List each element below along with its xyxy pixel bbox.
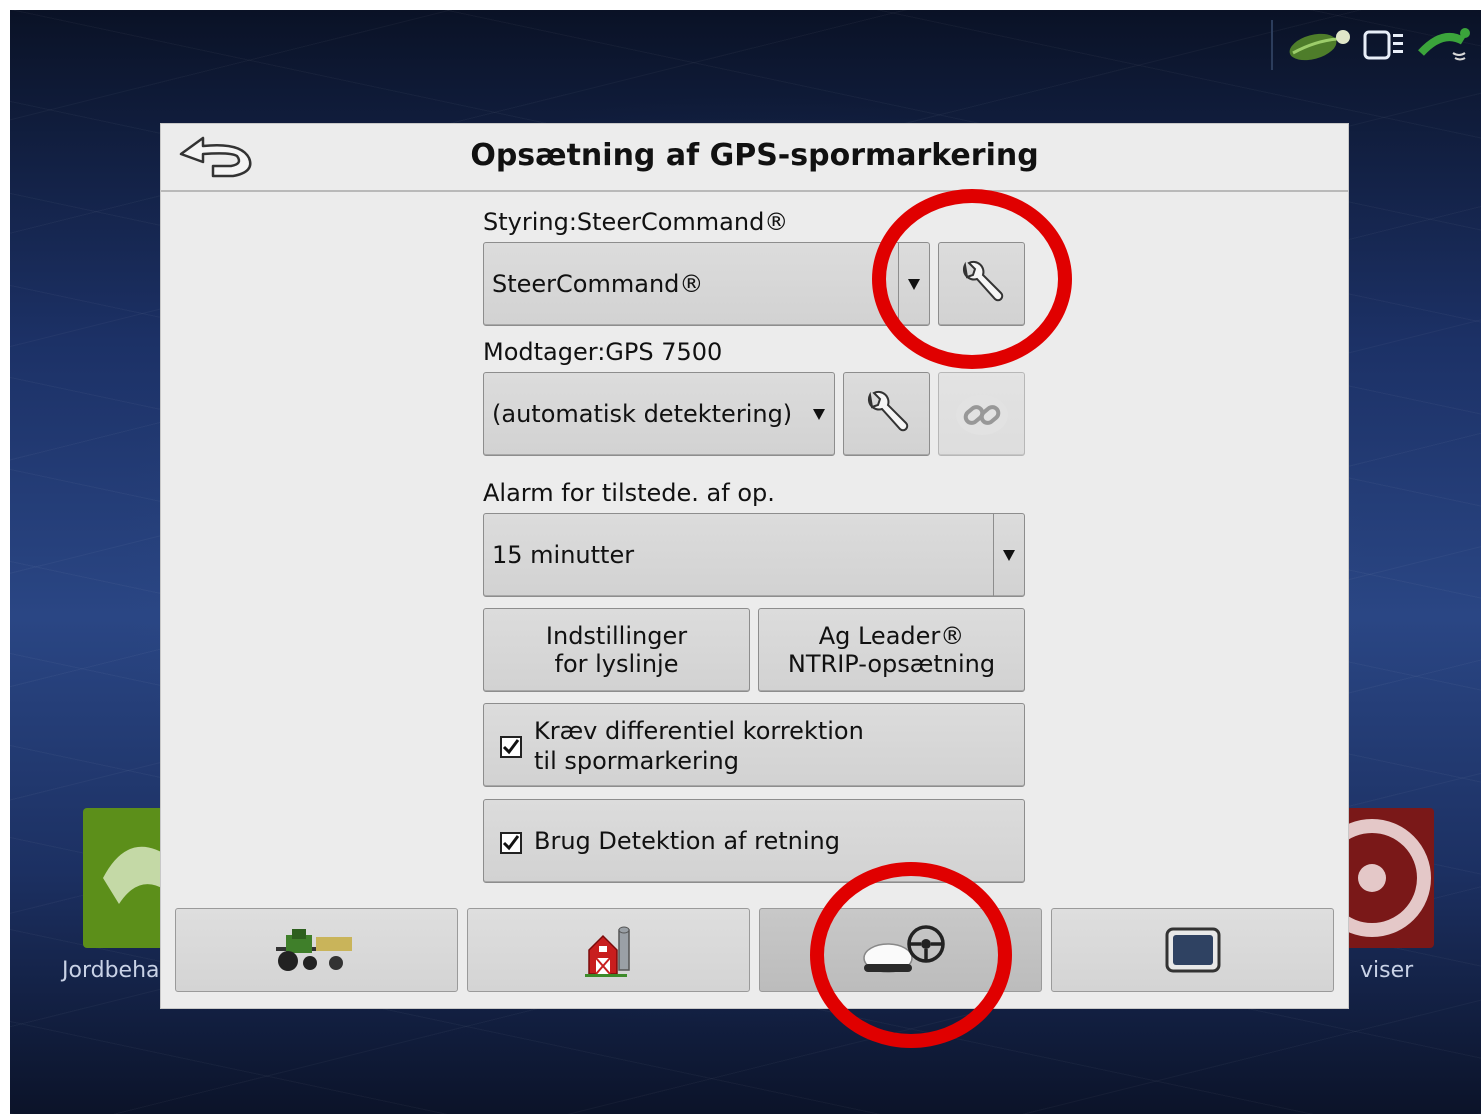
- display-icon: [1165, 927, 1220, 973]
- alarm-label: Alarm for tilstede. af op.: [483, 479, 775, 507]
- tab-vehicle[interactable]: [175, 908, 458, 992]
- ntrip-line2: NTRIP-opsætning: [787, 650, 996, 678]
- receiver-link-button[interactable]: [938, 372, 1025, 456]
- require-differential-line1: Kræv differentiel korrektion: [534, 717, 864, 745]
- steering-app-tile[interactable]: [1313, 808, 1434, 948]
- tab-display[interactable]: [1051, 908, 1334, 992]
- display-status-icon[interactable]: [1363, 28, 1407, 62]
- require-differential-checkbox[interactable]: [500, 736, 522, 758]
- steering-wheel-icon: [1313, 819, 1431, 937]
- lightbar-line2: for lyslinje: [554, 650, 679, 678]
- field-leaf-icon[interactable]: [1285, 27, 1353, 63]
- link-icon: [956, 395, 1008, 435]
- tab-gps-steering[interactable]: [759, 908, 1042, 992]
- steering-label: Styring:SteerCommand®: [483, 208, 789, 236]
- steering-app-label: viser: [1360, 958, 1414, 983]
- gps-guidance-setup-dialog: Opsætning af GPS-spormarkering Styring:S…: [160, 123, 1349, 1009]
- receiver-settings-button[interactable]: [843, 372, 930, 456]
- require-differential-toggle[interactable]: Kræv differentiel korrektion til spormar…: [483, 703, 1025, 787]
- receiver-select-value: (automatisk detektering): [492, 400, 793, 428]
- tab-farm[interactable]: [467, 908, 750, 992]
- steering-select[interactable]: SteerCommand®: [483, 242, 930, 326]
- gps-signal-icon[interactable]: [1417, 25, 1471, 65]
- dialog-title: Opsætning af GPS-spormarkering: [470, 138, 1039, 173]
- dialog-header: Opsætning af GPS-spormarkering: [161, 124, 1348, 192]
- wrench-icon: [962, 260, 1004, 302]
- checkmark-icon: [502, 835, 520, 851]
- checkmark-icon: [502, 739, 520, 755]
- heading-detection-toggle[interactable]: Brug Detektion af retning: [483, 799, 1025, 883]
- steering-select-value: SteerCommand®: [492, 270, 704, 298]
- heading-detection-checkbox[interactable]: [500, 832, 522, 854]
- gps-receiver-steering-icon: [862, 925, 945, 973]
- tillage-app-label: Jordbeha: [62, 958, 160, 983]
- tractor-sprayer-icon: [275, 929, 352, 971]
- ntrip-setup-button[interactable]: Ag Leader® NTRIP-opsætning: [758, 608, 1025, 692]
- receiver-select[interactable]: (automatisk detektering): [483, 372, 835, 456]
- lightbar-settings-button[interactable]: Indstillinger for lyslinje: [483, 608, 750, 692]
- chevron-down-icon: [804, 373, 834, 455]
- alarm-select-value: 15 minutter: [492, 541, 635, 569]
- chevron-down-icon: [993, 514, 1024, 596]
- wrench-icon: [867, 390, 909, 432]
- status-bar: [1271, 20, 1471, 70]
- steering-settings-button[interactable]: [938, 242, 1025, 326]
- ntrip-line1: Ag Leader®: [818, 622, 965, 650]
- receiver-label: Modtager:GPS 7500: [483, 338, 723, 366]
- chevron-down-icon: [898, 243, 929, 325]
- heading-detection-label: Brug Detektion af retning: [534, 827, 840, 855]
- barn-icon: [584, 926, 630, 977]
- alarm-select[interactable]: 15 minutter: [483, 513, 1025, 597]
- lightbar-line1: Indstillinger: [545, 622, 688, 650]
- require-differential-line2: til spormarkering: [534, 747, 739, 775]
